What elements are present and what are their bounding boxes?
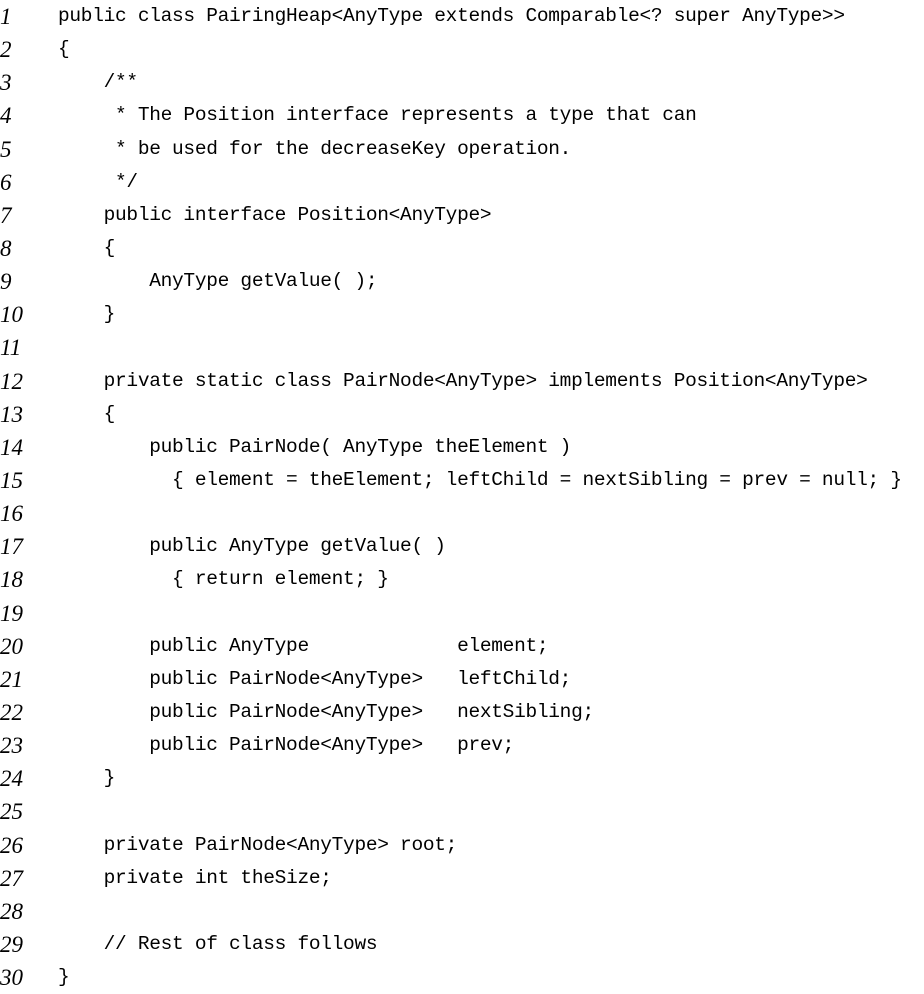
line-number: 18 — [0, 567, 23, 593]
code-line: 16 — [0, 497, 924, 530]
code-text: public PairNode<AnyType> leftChild; — [58, 667, 572, 690]
code-text: public interface Position<AnyType> — [58, 203, 492, 226]
code-text: /** — [58, 71, 139, 94]
line-number: 29 — [0, 931, 23, 957]
code-text: public AnyType element; — [58, 634, 549, 657]
line-number: 2 — [0, 37, 12, 63]
code-line: 7 public interface Position<AnyType> — [0, 199, 924, 232]
code-text: // Rest of class follows — [58, 932, 378, 955]
code-listing: 1 public class PairingHeap<AnyType extend… — [0, 0, 924, 994]
code-line: 18 { return element; } — [0, 563, 924, 596]
line-number: 20 — [0, 633, 23, 659]
code-text: AnyType getValue( ); — [58, 270, 378, 293]
code-text: } — [58, 767, 116, 790]
code-line: 15 { element = theElement; leftChild = n… — [0, 464, 924, 497]
line-number: 17 — [0, 534, 23, 560]
line-number: 27 — [0, 865, 23, 891]
code-line: 5 * be used for the decreaseKey operatio… — [0, 133, 924, 166]
code-line: 21 public PairNode<AnyType> leftChild; — [0, 663, 924, 696]
code-line: 6 */ — [0, 166, 924, 199]
line-number: 3 — [0, 70, 12, 96]
code-line: 14 public PairNode( AnyType theElement ) — [0, 431, 924, 464]
code-text: } — [58, 966, 70, 989]
code-text: * be used for the decreaseKey operation. — [58, 137, 572, 160]
line-number: 24 — [0, 766, 23, 792]
line-number: 7 — [0, 202, 12, 228]
code-line: 19 — [0, 597, 924, 630]
line-number: 25 — [0, 799, 23, 825]
code-line: 2{ — [0, 33, 924, 66]
line-number: 13 — [0, 401, 23, 427]
code-text: * The Position interface represents a ty… — [58, 104, 697, 127]
line-number: 15 — [0, 467, 23, 493]
code-line: 13 { — [0, 398, 924, 431]
line-number: 12 — [0, 368, 23, 394]
code-text: public PairNode<AnyType> nextSibling; — [58, 700, 594, 723]
code-line: 1 public class PairingHeap<AnyType extend… — [0, 0, 924, 33]
code-text: } — [58, 303, 116, 326]
code-text: */ — [58, 170, 138, 193]
code-text: private int theSize; — [58, 866, 332, 889]
code-text: { — [58, 402, 116, 425]
line-number: 11 — [0, 335, 22, 361]
code-line: 12 private static class PairNode<AnyType… — [0, 365, 924, 398]
code-line: 4 * The Position interface represents a … — [0, 99, 924, 132]
code-line: 29 // Rest of class follows — [0, 928, 924, 961]
line-number: 1 — [0, 4, 12, 29]
code-line: 30} — [0, 961, 924, 994]
line-number: 21 — [0, 666, 23, 692]
line-number: 22 — [0, 699, 23, 725]
code-text: private PairNode<AnyType> root; — [58, 833, 458, 856]
line-number: 5 — [0, 136, 12, 162]
line-number: 30 — [0, 965, 23, 991]
code-line: 11 — [0, 331, 924, 364]
code-line: 23 public PairNode<AnyType> prev; — [0, 729, 924, 762]
code-line: 25 — [0, 795, 924, 828]
code-line: 20 public AnyType element; — [0, 630, 924, 663]
code-text: { — [58, 38, 70, 61]
code-line: 24 } — [0, 762, 924, 795]
code-line: 26 private PairNode<AnyType> root; — [0, 829, 924, 862]
line-number: 16 — [0, 501, 23, 527]
code-line: 8 { — [0, 232, 924, 265]
code-text: { return element; } — [58, 568, 389, 591]
code-text: private static class PairNode<AnyType> i… — [58, 369, 868, 392]
code-text: { — [58, 236, 116, 259]
line-number: 8 — [0, 235, 12, 261]
code-line: 22 public PairNode<AnyType> nextSibling; — [0, 696, 924, 729]
code-text: public class PairingHeap<AnyType extends… — [58, 5, 845, 27]
line-number: 28 — [0, 898, 23, 924]
line-number: 9 — [0, 269, 12, 295]
code-line: 17 public AnyType getValue( ) — [0, 530, 924, 563]
line-number: 23 — [0, 733, 23, 759]
line-number: 10 — [0, 302, 23, 328]
line-number: 6 — [0, 169, 12, 195]
code-text: public AnyType getValue( ) — [58, 535, 446, 558]
line-number: 14 — [0, 434, 23, 460]
code-line: 27 private int theSize; — [0, 862, 924, 895]
code-line: 10 } — [0, 298, 924, 331]
code-line: 28 — [0, 895, 924, 928]
code-text: public PairNode( AnyType theElement ) — [58, 435, 572, 458]
code-line: 9 AnyType getValue( ); — [0, 265, 924, 298]
line-number: 4 — [0, 103, 12, 129]
code-text: { element = theElement; leftChild = next… — [58, 468, 902, 491]
code-text: public PairNode<AnyType> prev; — [58, 734, 515, 757]
line-number: 19 — [0, 600, 23, 626]
line-number: 26 — [0, 832, 23, 858]
code-line: 3 /** — [0, 66, 924, 99]
